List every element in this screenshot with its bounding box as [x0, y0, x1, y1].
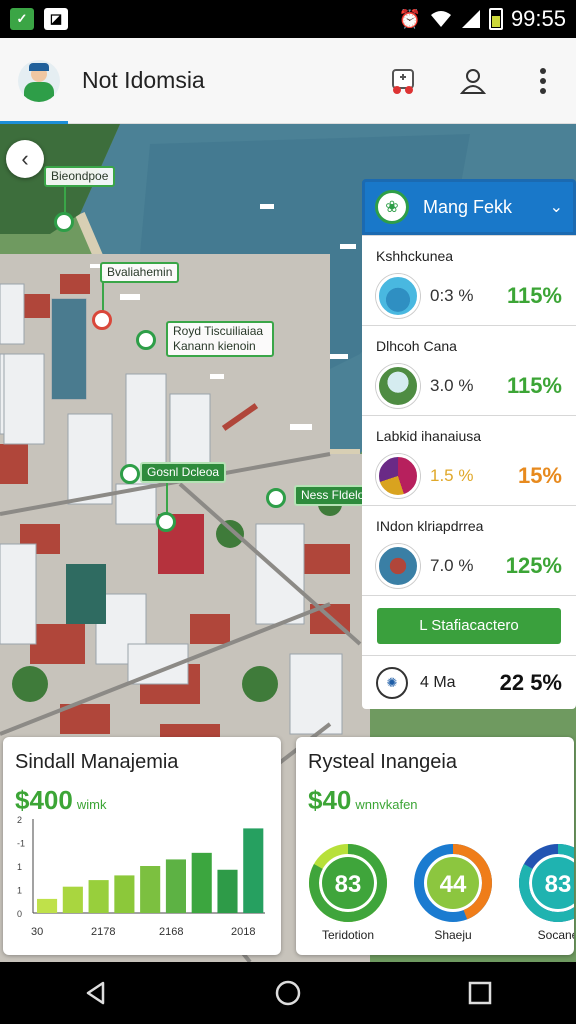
- stats-card[interactable]: Rysteal Inangeia $40 wnnvkafen 83 Teridoti…: [296, 737, 574, 955]
- status-bar: ✓ ◪ ⏰ 99:55: [0, 0, 576, 38]
- home-icon[interactable]: [268, 973, 308, 1013]
- y-tick-label: -1: [17, 839, 25, 849]
- panel-list-item[interactable]: Kshhckunea 0:3 % 115%: [362, 235, 576, 325]
- item-name: Labkid ihanaiusa: [376, 428, 482, 444]
- bar: [217, 869, 238, 913]
- signal-icon: [461, 10, 480, 28]
- app-notification-icon: ✓: [10, 8, 34, 30]
- clock: 99:55: [510, 6, 566, 31]
- x-tick-label: 2018: [231, 926, 255, 938]
- item-value: 115%: [506, 283, 562, 308]
- footer-value: 22 5%: [499, 669, 562, 695]
- gallery-icon: ◪: [44, 8, 68, 30]
- app-screen: ✓ ◪ ⏰ 99:55 Not Idomsia ‹ Bieondpoe Bval…: [0, 0, 576, 1024]
- bar: [243, 828, 264, 913]
- page-title: Not Idomsia: [82, 67, 205, 93]
- finance-card[interactable]: Sindall Manajemia $400 wimk 2 -1 1 1 0 30 2178 2…: [3, 737, 281, 955]
- map-pin[interactable]: [120, 464, 140, 484]
- item-percent: 1.5 %: [430, 466, 474, 485]
- item-name: Kshhckunea: [376, 248, 454, 264]
- battery-icon: [488, 8, 503, 30]
- ring-label: Teridotion: [322, 928, 374, 942]
- panel-footer[interactable]: ✺ 4 Ma 22 5%: [362, 655, 576, 709]
- y-tick-label: 1: [17, 862, 22, 872]
- ring-label: Shaeju: [434, 928, 471, 942]
- pin-connector: [166, 480, 168, 516]
- ring-value: 44: [440, 871, 467, 898]
- item-percent: 3.0 %: [430, 376, 474, 395]
- panel-action-button[interactable]: L Stafiacactero: [377, 607, 561, 644]
- map-label[interactable]: Bieondpoe: [44, 166, 116, 187]
- map-label[interactable]: Gosnl Dcleoa: [140, 462, 227, 483]
- item-name: INdon klriapdrrea: [376, 518, 484, 534]
- back-button[interactable]: ‹: [6, 140, 44, 178]
- bar: [62, 886, 83, 913]
- x-tick-label: 2168: [159, 926, 183, 938]
- ring-label: Socane: [538, 928, 574, 942]
- x-tick-label: 2178: [91, 926, 115, 938]
- recents-icon[interactable]: [460, 973, 500, 1013]
- region-panel: ❀ Mang Fekk ⌄ Kshhckunea 0:3 % 115% Dlhc…: [362, 179, 576, 725]
- bar: [140, 866, 161, 913]
- x-tick-label: 30: [31, 926, 43, 938]
- panel-list-item[interactable]: Dlhcoh Cana 3.0 % 115%: [362, 325, 576, 415]
- bar: [165, 859, 186, 913]
- bar: [114, 875, 135, 913]
- panel-header[interactable]: ❀ Mang Fekk ⌄: [362, 179, 576, 235]
- map-label[interactable]: Bvaliahemin: [100, 262, 180, 283]
- item-value: 115%: [506, 373, 562, 398]
- avatar[interactable]: [18, 59, 60, 102]
- wifi-icon: [430, 11, 451, 27]
- item-value: 125%: [505, 553, 562, 578]
- chevron-down-icon[interactable]: ⌄: [550, 197, 563, 217]
- map-pin[interactable]: [156, 512, 176, 532]
- y-tick-label: 2: [17, 815, 22, 825]
- item-percent: 7.0 %: [430, 556, 474, 575]
- emblem-icon: ✺: [376, 666, 408, 699]
- bar-chart: 2 -1 1 1 0 30 2178 2168 2018: [17, 815, 265, 938]
- map-pin[interactable]: [54, 212, 74, 232]
- system-nav-bar: [0, 962, 576, 1024]
- alarm-icon: ⏰: [398, 8, 421, 29]
- y-tick-label: 1: [17, 886, 22, 896]
- location-thumbnail: [376, 274, 420, 318]
- game-controller-icon[interactable]: [388, 66, 418, 96]
- bar: [88, 880, 109, 913]
- location-thumbnail: [376, 454, 420, 498]
- panel-list-item[interactable]: Labkid ihanaiusa 1.5 % 15%: [362, 415, 576, 505]
- map-pin[interactable]: [266, 488, 286, 508]
- item-percent: 0:3 %: [430, 286, 474, 305]
- profile-icon[interactable]: [458, 66, 488, 96]
- location-thumbnail: [376, 544, 420, 588]
- panel-list-item[interactable]: INdon klriapdrrea 7.0 % 125%: [362, 505, 576, 595]
- item-name: Dlhcoh Cana: [376, 338, 457, 354]
- region-icon: ❀: [375, 190, 409, 224]
- bar: [191, 852, 212, 913]
- panel-action-row: L Stafiacactero: [362, 595, 576, 655]
- y-tick-label: 0: [17, 909, 22, 919]
- location-thumbnail: [376, 364, 420, 408]
- map-label[interactable]: Royd Tiscuiliaiaa Kanann kienoin: [166, 321, 274, 357]
- more-vert-icon[interactable]: [528, 66, 558, 96]
- map-pin[interactable]: [136, 330, 156, 350]
- map-pin[interactable]: [92, 310, 112, 330]
- footer-label: 4 Ma: [420, 673, 456, 691]
- ring-value: 83: [545, 871, 572, 898]
- panel-title: Mang Fekk: [423, 196, 513, 217]
- app-bar: Not Idomsia: [0, 38, 576, 125]
- item-value: 15%: [517, 463, 562, 488]
- ring-value: 83: [335, 871, 362, 898]
- bar: [37, 898, 58, 913]
- back-icon[interactable]: [76, 973, 116, 1013]
- ring-charts: 83 Teridotion 44 Shaeju 83 Socane: [309, 844, 574, 942]
